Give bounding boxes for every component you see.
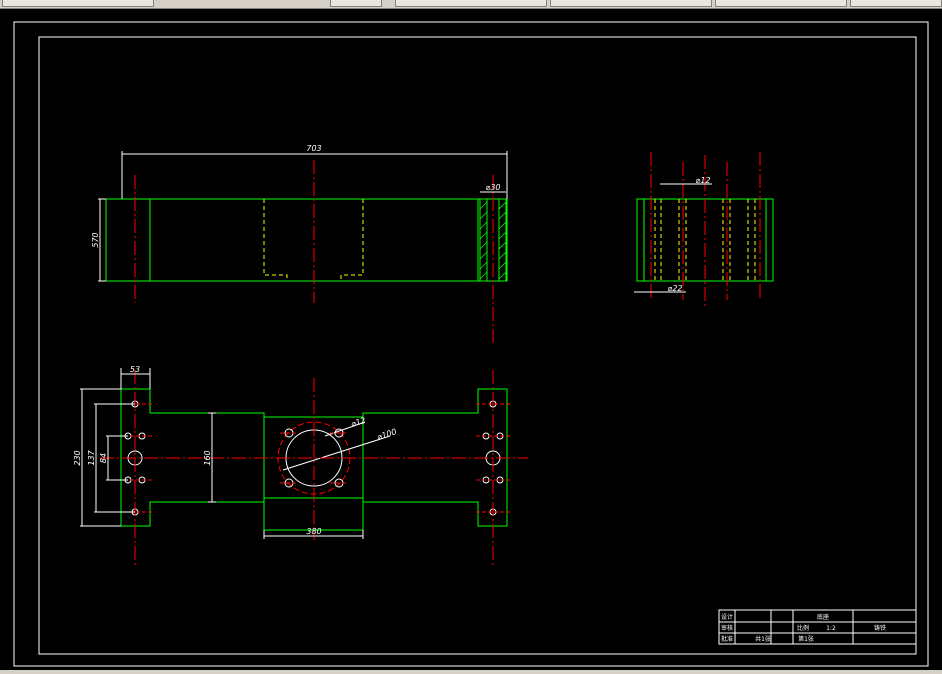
toolbar-group-5[interactable] bbox=[715, 0, 847, 7]
dim-text-height: 570 bbox=[91, 232, 100, 247]
status-bar bbox=[0, 670, 942, 674]
plan-view: ⌀100 ⌀12 53 230 137 84 160 380 bbox=[73, 365, 528, 568]
toolbar-group-2[interactable] bbox=[330, 0, 382, 7]
toolbar-group-1[interactable] bbox=[2, 0, 154, 7]
dim-text-body: 160 bbox=[203, 450, 212, 465]
toolbar-group-3[interactable] bbox=[395, 0, 547, 7]
outer-border bbox=[13, 21, 929, 667]
tb-scale-label: 比例 bbox=[797, 624, 809, 632]
front-view: 703 570 ⌀30 bbox=[91, 144, 508, 345]
dim-text-plan-width: 230 bbox=[73, 450, 82, 465]
dim-text-side-bottom: ⌀22 bbox=[668, 284, 683, 293]
dim-text-bore: ⌀100 bbox=[376, 427, 398, 442]
dim-text-hole: ⌀30 bbox=[486, 183, 501, 192]
tb-sheet: 共1张 bbox=[755, 635, 771, 643]
dim-text-small-hole: ⌀12 bbox=[350, 416, 367, 429]
dim-text-inner-1: 137 bbox=[87, 449, 96, 465]
toolbar-strip bbox=[0, 0, 942, 9]
dim-text-inner-2: 84 bbox=[99, 453, 108, 463]
front-view-outline bbox=[105, 198, 508, 282]
side-view: ⌀12 ⌀22 bbox=[634, 152, 774, 308]
dim-text-side-top: ⌀12 bbox=[696, 176, 711, 185]
tb-label-approve: 批准 bbox=[721, 635, 733, 643]
dim-text-flange: 53 bbox=[130, 365, 140, 374]
tb-label-design: 设计 bbox=[721, 613, 733, 621]
toolbar-group-4[interactable] bbox=[550, 0, 712, 7]
tb-sheet-2: 第1张 bbox=[798, 635, 814, 643]
dim-text-pad: 380 bbox=[306, 527, 321, 536]
hidden-line-right bbox=[340, 199, 364, 281]
cad-drawing-canvas[interactable]: 703 570 ⌀30 ⌀12 ⌀22 ⌀100 ⌀12 53 230 137 … bbox=[0, 9, 942, 670]
toolbar-group-6[interactable] bbox=[850, 0, 942, 7]
hidden-line-left bbox=[263, 199, 288, 281]
hatched-section-left bbox=[479, 198, 488, 282]
inner-border bbox=[38, 36, 917, 655]
tb-material: 铸铁 bbox=[874, 624, 886, 632]
hatched-section-right bbox=[498, 198, 507, 282]
tb-label-check: 审核 bbox=[721, 624, 733, 632]
tb-scale-value: 1:2 bbox=[826, 625, 836, 632]
tb-part-name: 底座 bbox=[817, 613, 829, 621]
dim-text-length: 703 bbox=[306, 144, 321, 153]
title-block: 设计 审核 批准 底座 比例 1:2 铸铁 共1张 第1张 bbox=[718, 609, 917, 645]
